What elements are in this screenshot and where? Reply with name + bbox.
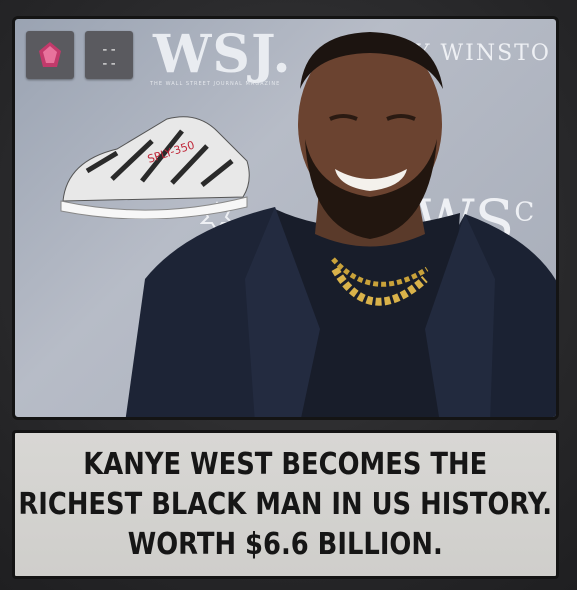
text-chip[interactable]: -- -- [85, 31, 133, 79]
meme-frame: WSJ. THE WALL STREET JOURNAL MAGAZINE Y … [0, 0, 577, 590]
photo-panel: WSJ. THE WALL STREET JOURNAL MAGAZINE Y … [12, 16, 559, 420]
headline-panel: KANYE WEST BECOMES THE RICHEST BLACK MAN… [12, 430, 559, 579]
headline-line-1: KANYE WEST BECOMES THE [83, 446, 488, 482]
app-icon-chip[interactable] [26, 31, 74, 79]
headline-text: KANYE WEST BECOMES THE RICHEST BLACK MAN… [19, 445, 553, 565]
sneaker-image: SPLY-350 [60, 116, 250, 219]
person-illustration [125, 32, 556, 417]
chip-dash-bottom: -- [100, 56, 118, 72]
chip-dash-top: -- [100, 42, 118, 58]
headline-line-3: WORTH $6.6 BILLION. [128, 526, 444, 562]
gem-app-icon [39, 42, 61, 67]
headline-line-2: RICHEST BLACK MAN IN US HISTORY. [18, 486, 553, 522]
